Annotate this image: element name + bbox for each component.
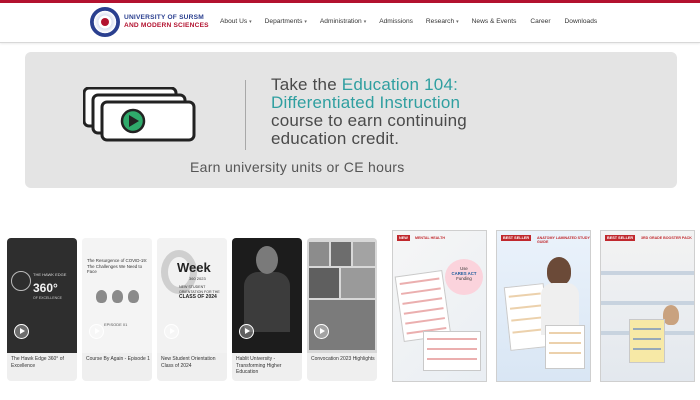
play-icon[interactable] [14, 324, 29, 339]
video-card[interactable]: The Resurgence of COVID-19: The Challeng… [82, 238, 152, 381]
book-card[interactable]: BEST SELLER 3RD GRADE BOOSTER PACK [600, 230, 695, 382]
banner-subline: Earn university units or CE hours [190, 159, 405, 175]
book-title: 3RD GRADE BOOSTER PACK [641, 236, 692, 240]
bookshelf-image [601, 301, 694, 305]
nav-label: Departments [264, 18, 303, 25]
video-course-icon [83, 87, 196, 142]
play-icon[interactable] [239, 324, 254, 339]
book-card[interactable]: NEW MENTAL HEALTH Use CARES ACT Funding [392, 230, 487, 382]
collage-tile [353, 242, 375, 266]
site-header: UNIVERSITY OF SURSM AND MODERN SCIENCES … [0, 3, 700, 43]
booster-pack-image [629, 319, 665, 363]
thumb-class: CLASS OF 2024 [179, 294, 217, 300]
nav-label: Admissions [379, 18, 413, 25]
book-promos: NEW MENTAL HEALTH Use CARES ACT Funding … [392, 230, 695, 382]
collage-tile [341, 268, 375, 298]
nav-departments[interactable]: Departments ▾ [265, 18, 307, 25]
nav-label: Research [425, 18, 455, 25]
headline-course-code: Education 104: [341, 75, 459, 94]
thumb-heading: THE HAWK EDGE [33, 272, 67, 277]
headline-line-4: education credit. [271, 129, 400, 148]
bookshelf-image [601, 271, 694, 275]
nav-label: Downloads [564, 18, 598, 25]
headline-line-3: course to earn continuing [271, 111, 467, 130]
best-seller-badge: BEST SELLER [501, 235, 532, 241]
speaker-image [256, 246, 278, 274]
thumb-big-text: Week [177, 260, 211, 275]
book-card[interactable]: BEST SELLER ANATOMY LAMINATED STUDY GUID… [496, 230, 591, 382]
headline-course-name: Differentiated Instruction [271, 93, 461, 112]
nav-administration[interactable]: Administration ▾ [320, 18, 366, 25]
nav-research[interactable]: Research ▾ [426, 18, 459, 25]
play-icon[interactable] [89, 324, 104, 339]
book-title: ANATOMY LAMINATED STUDY GUIDE [537, 236, 590, 244]
nav-label: Administration [319, 18, 362, 25]
university-seal-icon [90, 7, 120, 37]
video-title: Convocation 2023 Highlights [311, 356, 375, 362]
video-card[interactable]: THE HAWK EDGE 360° OF EXCELLENCE The Haw… [7, 238, 77, 381]
guide-sheet-image [423, 331, 481, 371]
logo-text: UNIVERSITY OF SURSM AND MODERN SCIENCES [124, 14, 209, 30]
thumb-episode: EPISODE 01 [104, 322, 128, 327]
thumb-heading: The Resurgence of COVID-19: The Challeng… [87, 258, 148, 274]
collage-tile [331, 242, 351, 266]
banner-divider [245, 80, 246, 150]
collage-tile [309, 242, 329, 266]
chevron-down-icon: ▾ [249, 18, 252, 25]
play-icon[interactable] [314, 324, 329, 339]
thumb-small-text: OF EXCELLENCE [33, 296, 62, 300]
logo-line-2: AND MODERN SCIENCES [124, 22, 209, 29]
speaker-image [128, 290, 139, 303]
book-title: MENTAL HEALTH [415, 236, 445, 240]
student-photo [663, 305, 679, 325]
seal-icon [11, 271, 31, 291]
speaker-image [112, 290, 123, 303]
video-card[interactable]: Hablit University - Transforming Higher … [232, 238, 302, 381]
university-logo[interactable]: UNIVERSITY OF SURSM AND MODERN SCIENCES [90, 7, 209, 37]
promo-line: Funding [456, 276, 472, 282]
thumb-subtitle: NEW STUDENT ORIENTATION FOR THE [179, 285, 220, 294]
video-title: New Student Orientation Class of 2024 [161, 356, 216, 369]
video-card[interactable]: Week 360 2023 NEW STUDENT ORIENTATION FO… [157, 238, 227, 381]
video-title: Hablit University - Transforming Higher … [236, 356, 282, 375]
collage-tile [309, 268, 339, 298]
nav-admissions[interactable]: Admissions [379, 18, 413, 25]
nav-label: Career [530, 18, 551, 25]
guide-sheet-image [545, 325, 585, 369]
video-card[interactable]: Convocation 2023 Highlights [307, 238, 377, 381]
chevron-down-icon: ▾ [456, 18, 459, 25]
play-icon[interactable] [164, 324, 179, 339]
student-photo [547, 257, 571, 285]
video-gallery: THE HAWK EDGE 360° OF EXCELLENCE The Haw… [7, 238, 377, 381]
video-title: The Hawk Edge 360° of Excellence [11, 356, 64, 369]
nav-career[interactable]: Career [530, 18, 550, 25]
nav-downloads[interactable]: Downloads [565, 18, 598, 25]
logo-line-1: UNIVERSITY OF SURSM [124, 14, 204, 21]
speaker-image [244, 272, 290, 332]
best-seller-badge: BEST SELLER [605, 235, 636, 241]
video-title: Course By Again - Episode 1 [86, 356, 150, 362]
nav-news-events[interactable]: News & Events [472, 18, 517, 25]
nav-label: News & Events [471, 18, 517, 25]
speaker-image [96, 290, 107, 303]
main-nav: About Us ▾ Departments ▾ Administration ▾ A… [220, 18, 597, 25]
chevron-down-icon: ▾ [304, 18, 307, 25]
headline-prefix: Take the [271, 75, 342, 94]
chevron-down-icon: ▾ [363, 18, 367, 25]
banner-headline: Take the Education 104: Differentiated I… [271, 76, 467, 148]
new-badge: NEW [397, 235, 410, 241]
cares-act-promo: Use CARES ACT Funding [445, 259, 483, 295]
nav-about-us[interactable]: About Us ▾ [220, 18, 252, 25]
thumb-big-text: 360° [33, 281, 58, 295]
thumb-year: 360 2023 [189, 276, 206, 281]
nav-label: About Us [220, 18, 248, 25]
